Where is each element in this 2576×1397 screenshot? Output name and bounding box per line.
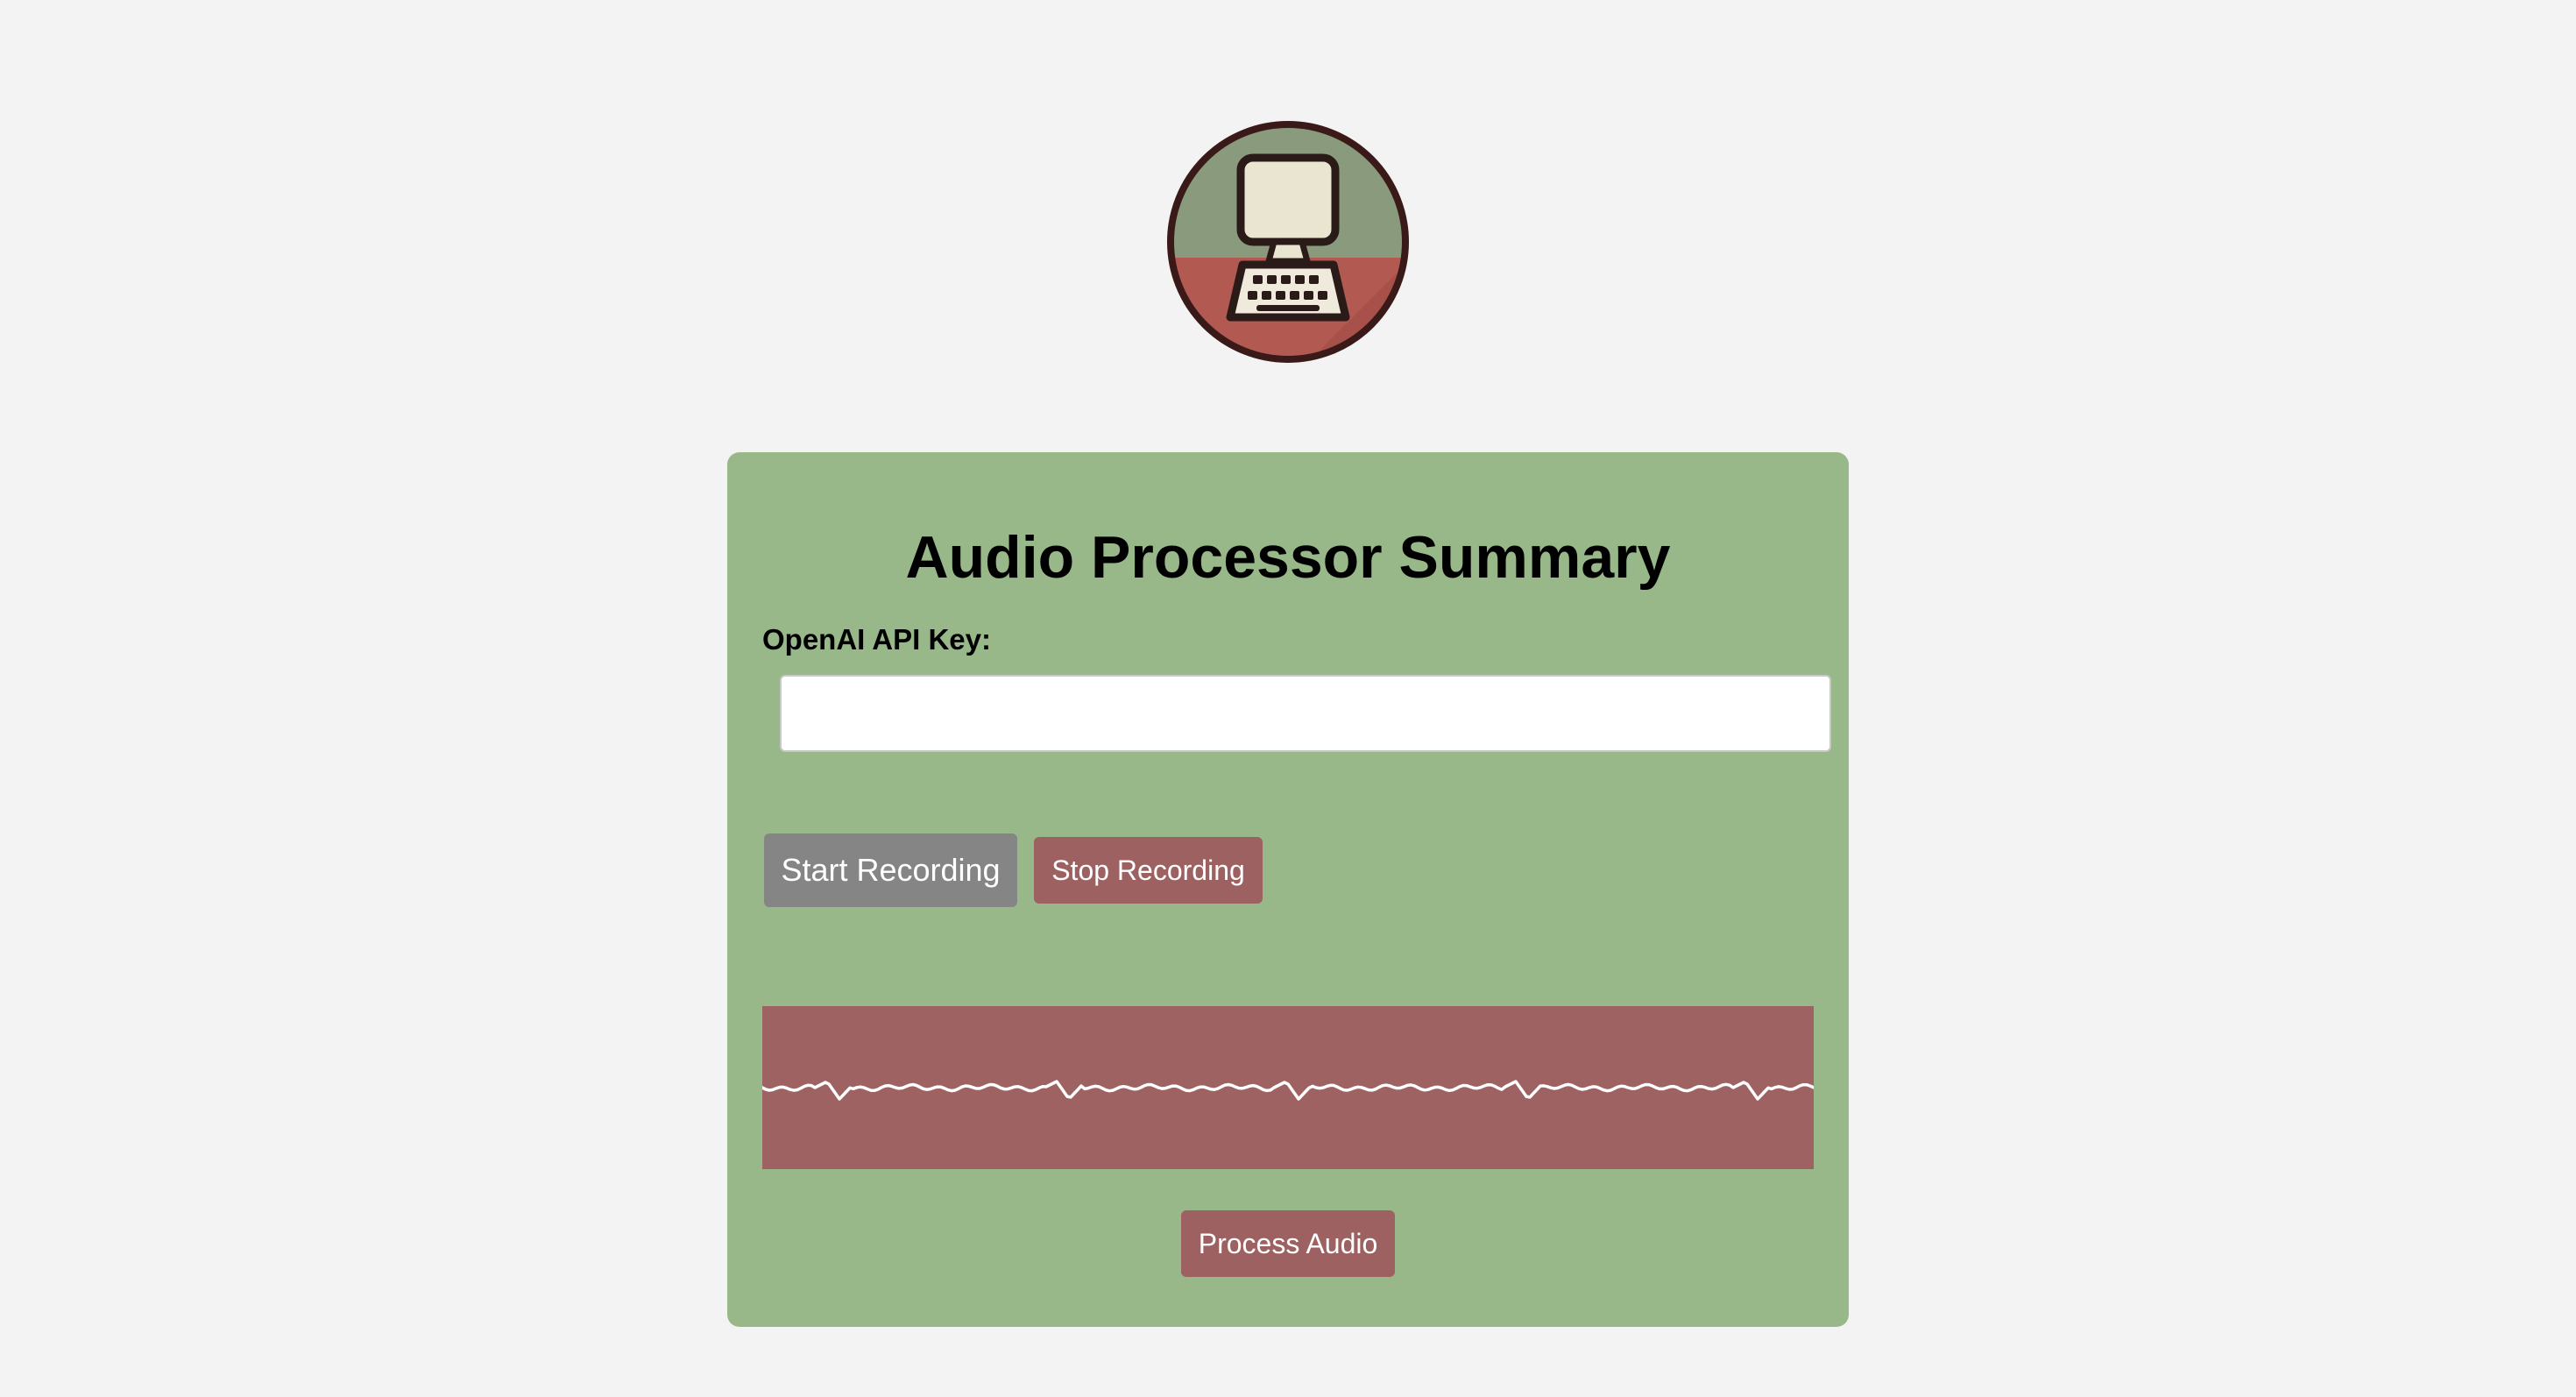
page-title: Audio Processor Summary [905, 524, 1671, 591]
start-recording-button[interactable]: Start Recording [764, 833, 1017, 907]
waveform-line [762, 1080, 1814, 1101]
api-key-label: OpenAI API Key: [762, 623, 991, 656]
stop-recording-button[interactable]: Stop Recording [1034, 837, 1263, 904]
app-logo [1165, 119, 1411, 365]
waveform-visualizer [762, 1006, 1814, 1169]
process-audio-button[interactable]: Process Audio [1181, 1210, 1395, 1277]
computer-icon [1167, 121, 1409, 363]
api-key-input[interactable] [780, 675, 1831, 752]
